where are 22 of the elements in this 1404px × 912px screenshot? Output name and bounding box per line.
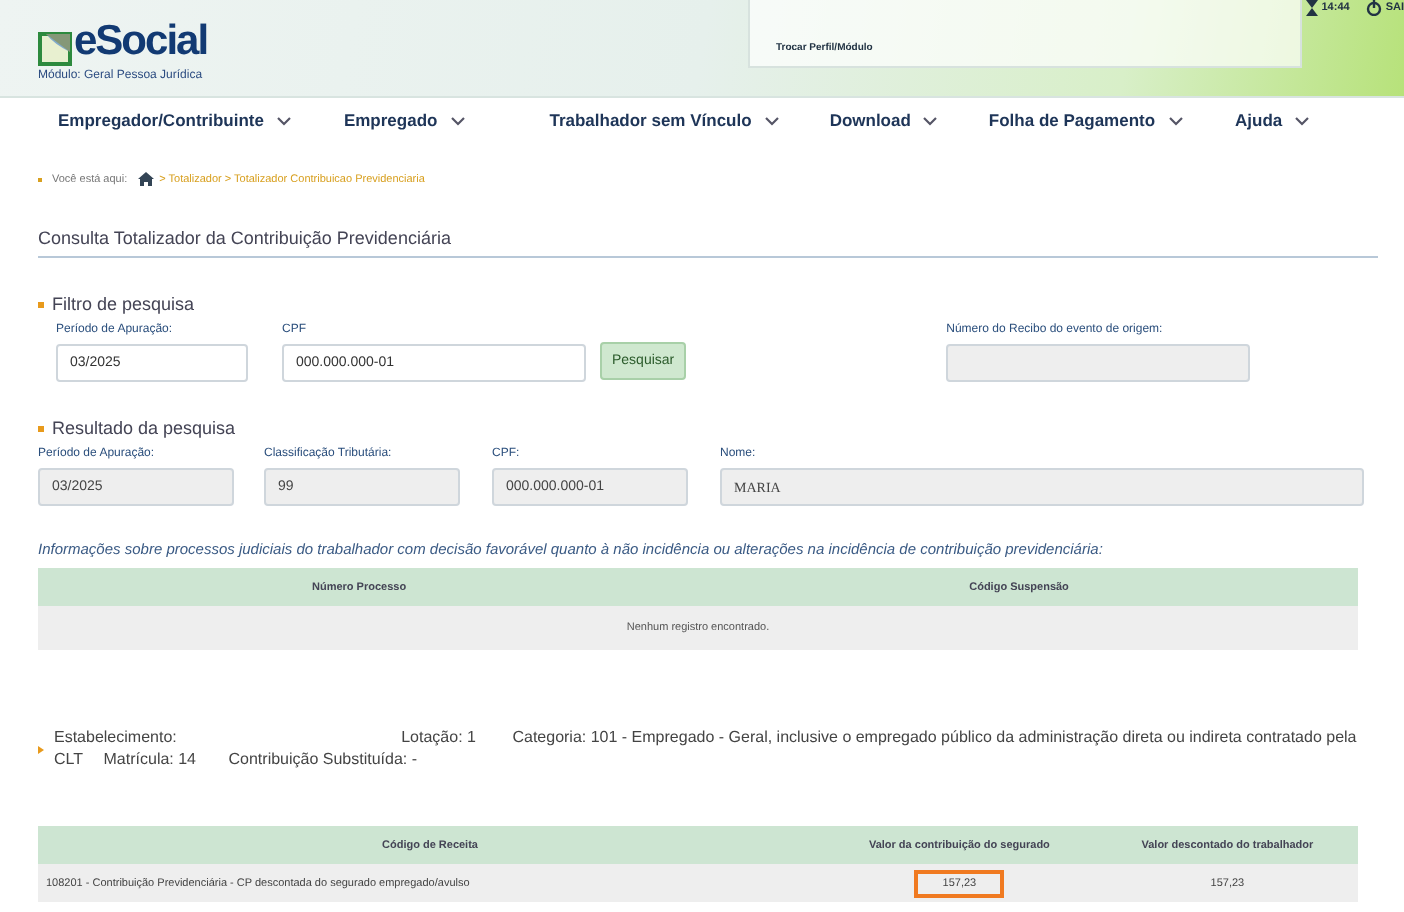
section-marker-icon bbox=[38, 425, 44, 431]
caret-icon[interactable] bbox=[449, 115, 466, 125]
section-title: Filtro de pesquisa bbox=[52, 294, 195, 314]
nav-menu-item[interactable]: Trabalhador sem Vínculo bbox=[549, 110, 780, 130]
logo-text: eSocial bbox=[74, 18, 208, 66]
nav-menu-item[interactable]: Folha de Pagamento bbox=[988, 110, 1184, 130]
home-icon[interactable] bbox=[137, 172, 154, 186]
establishment-info-text: Estabelecimento: Lotação: 1 Categoria: 101 - Empregado - Geral, inclusive o empregado público da administração direta ou indireta contratado pela CLT Matrícula: 14 Contribuição Substituída: - bbox=[54, 726, 1359, 770]
caret-icon[interactable] bbox=[922, 115, 939, 125]
nav-menu-item[interactable]: Ajuda bbox=[1235, 110, 1311, 130]
section-marker-icon bbox=[38, 301, 44, 307]
nav-menu-item[interactable]: Empregado bbox=[343, 110, 466, 130]
caret-icon[interactable] bbox=[763, 115, 780, 125]
nav-menu-item[interactable]: Empregador/Contribuinte bbox=[58, 110, 292, 130]
nav-menu-item[interactable]: Download bbox=[829, 110, 939, 130]
caret-icon[interactable] bbox=[1294, 115, 1311, 125]
section-title: Resultado da pesquisa bbox=[52, 418, 236, 438]
caret-icon[interactable] bbox=[1167, 115, 1184, 125]
document-logo-icon bbox=[38, 32, 72, 66]
page-title: Consulta Totalizador da Contribuição Previdenciária bbox=[38, 228, 1378, 258]
triangle-icon bbox=[38, 746, 44, 754]
caret-icon[interactable] bbox=[275, 115, 292, 125]
